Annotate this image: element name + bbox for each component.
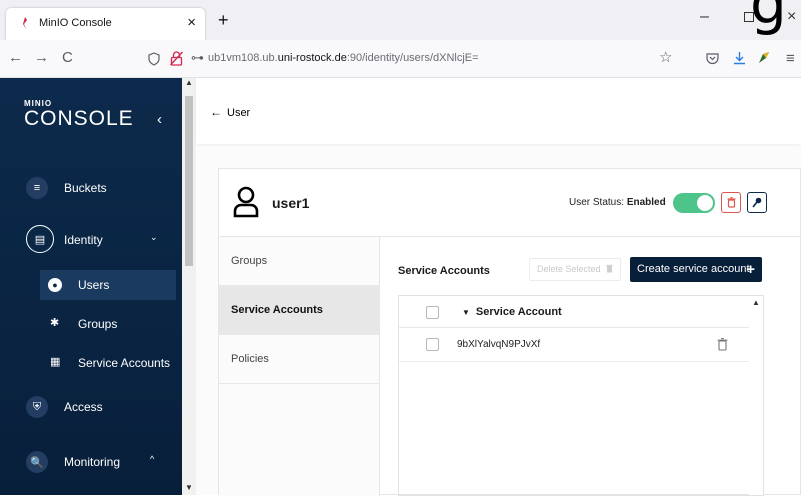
extension-icon[interactable] (757, 51, 771, 65)
collapse-sidebar-button[interactable]: ‹ (157, 111, 162, 128)
tab-title: MinIO Console (39, 17, 112, 29)
create-service-account-button[interactable]: Create service account + (630, 257, 762, 282)
user-card-header: user1 User Status: Enabled (219, 169, 801, 237)
sidebar-item-label: Monitoring (64, 455, 121, 469)
sidebar-item-groups[interactable]: ✱ Groups (40, 309, 176, 339)
sidebar-item-label: Access (64, 400, 103, 414)
identity-icon: ▤ (26, 225, 54, 253)
row-delete-icon[interactable] (717, 338, 728, 351)
user-card: user1 User Status: Enabled Groups Servic… (218, 168, 801, 496)
sidebar-item-identity[interactable]: ▤ Identity ⌄ (0, 222, 182, 258)
back-label: User (227, 107, 251, 119)
access-icon: ⛨ (26, 396, 48, 418)
back-arrow-icon: ← (210, 105, 222, 119)
sidebar-item-label: Users (78, 278, 110, 292)
table-header: ▼ Service Account (399, 296, 751, 328)
forward-arrow-icon[interactable]: → (34, 49, 49, 66)
minio-favicon-icon (23, 17, 27, 29)
service-account-icon: ▦ (50, 356, 61, 368)
key-icon (752, 197, 762, 208)
new-tab-button[interactable]: + (218, 10, 229, 31)
sidebar-item-label: Service Accounts (78, 356, 171, 370)
tab-service-accounts[interactable]: Service Accounts (219, 286, 380, 335)
column-header-service-account[interactable]: ▼ Service Account (462, 306, 562, 318)
service-accounts-panel: Service Accounts Delete Selected Create … (381, 237, 801, 496)
sort-caret-icon: ▼ (462, 308, 470, 317)
browser-tabbar: MinIO Console × + – × g (0, 0, 801, 40)
row-checkbox[interactable] (426, 338, 439, 351)
user-tabs: Groups Service Accounts Policies (219, 237, 380, 496)
scrollbar-thumb[interactable] (185, 96, 193, 266)
insecure-lock-icon[interactable] (170, 51, 183, 66)
address-bar[interactable]: ub1vm108.ub.uni-rostock.de:90/identity/u… (208, 52, 479, 64)
scroll-down-arrow-icon[interactable]: ▼ (185, 483, 193, 492)
window-minimize-button[interactable]: – (700, 8, 709, 26)
sidebar-item-buckets[interactable]: ≡ Buckets (0, 170, 182, 206)
plus-icon: + (746, 261, 755, 278)
table-row[interactable]: 9bXlYalvqN9PJvXf (399, 328, 751, 362)
user-icon: ● (48, 278, 62, 292)
select-all-checkbox[interactable] (426, 306, 439, 319)
sidebar-item-users[interactable]: ● Users (40, 270, 176, 300)
shield-icon[interactable] (148, 52, 160, 66)
back-to-users-link[interactable]: ← User (210, 105, 250, 119)
key-permission-icon[interactable]: ⊶ (191, 50, 204, 66)
bookmark-star-icon[interactable]: ☆ (659, 48, 672, 66)
browser-tab[interactable]: MinIO Console × (6, 8, 205, 40)
user-name-title: user1 (272, 195, 310, 211)
tab-groups[interactable]: Groups (219, 237, 380, 286)
buckets-icon: ≡ (26, 177, 48, 199)
change-password-button[interactable] (747, 192, 767, 213)
sidebar-item-service-accounts[interactable]: ▦ Service Accounts (40, 348, 182, 378)
trash-icon (606, 264, 614, 273)
scroll-up-arrow-icon[interactable]: ▲ (185, 78, 193, 87)
toggle-knob (697, 195, 713, 211)
monitoring-icon: 🔍 (26, 451, 48, 473)
sidebar-item-label: Buckets (64, 181, 107, 195)
delete-selected-button[interactable]: Delete Selected (529, 258, 621, 281)
groups-icon: ✱ (50, 317, 60, 329)
user-status-toggle[interactable] (673, 193, 715, 213)
sidebar-scrollbar[interactable]: ▲ ▼ (182, 78, 196, 495)
tab-policies[interactable]: Policies (219, 335, 380, 384)
sidebar-item-monitoring[interactable]: 🔍 Monitoring ^ (0, 444, 182, 480)
main-content: ← User user1 User Status: Enabled Groups… (196, 78, 801, 496)
page-header: ← User (196, 78, 801, 144)
tab-close-button[interactable]: × (187, 14, 196, 31)
sidebar-item-label: Identity (64, 233, 103, 247)
chevron-down-icon: ⌄ (150, 232, 158, 242)
panel-title: Service Accounts (398, 265, 490, 277)
scroll-up-arrow-icon[interactable]: ▲ (752, 298, 760, 307)
logo-console: CONSOLE (24, 107, 134, 130)
overlay-glyph: g (750, 0, 787, 37)
window-close-button[interactable]: × (787, 8, 796, 26)
user-avatar-icon (233, 186, 259, 218)
sidebar-item-label: Groups (78, 317, 118, 331)
service-account-key: 9bXlYalvqN9PJvXf (457, 339, 541, 350)
delete-user-button[interactable] (721, 192, 741, 213)
sidebar-item-access[interactable]: ⛨ Access (0, 389, 182, 425)
download-icon[interactable] (733, 51, 746, 65)
menu-icon[interactable]: ≡ (786, 50, 795, 67)
browser-navbar: ← → C ⊶ ub1vm108.ub.uni-rostock.de:90/id… (0, 40, 801, 78)
back-arrow-icon[interactable]: ← (8, 49, 23, 66)
sidebar: MINIO CONSOLE ‹ ≡ Buckets ▤ Identity ⌄ ●… (0, 78, 196, 495)
reload-icon[interactable]: C (62, 49, 73, 66)
service-accounts-table: ▼ Service Account 9bXlYalvqN9PJvXf ▲ (398, 295, 764, 496)
pocket-icon[interactable] (706, 52, 719, 65)
chevron-up-icon: ^ (150, 454, 155, 464)
trash-icon (727, 196, 735, 208)
table-scrollbar[interactable]: ▲ (749, 296, 763, 495)
user-status-text: User Status: Enabled (569, 197, 666, 208)
